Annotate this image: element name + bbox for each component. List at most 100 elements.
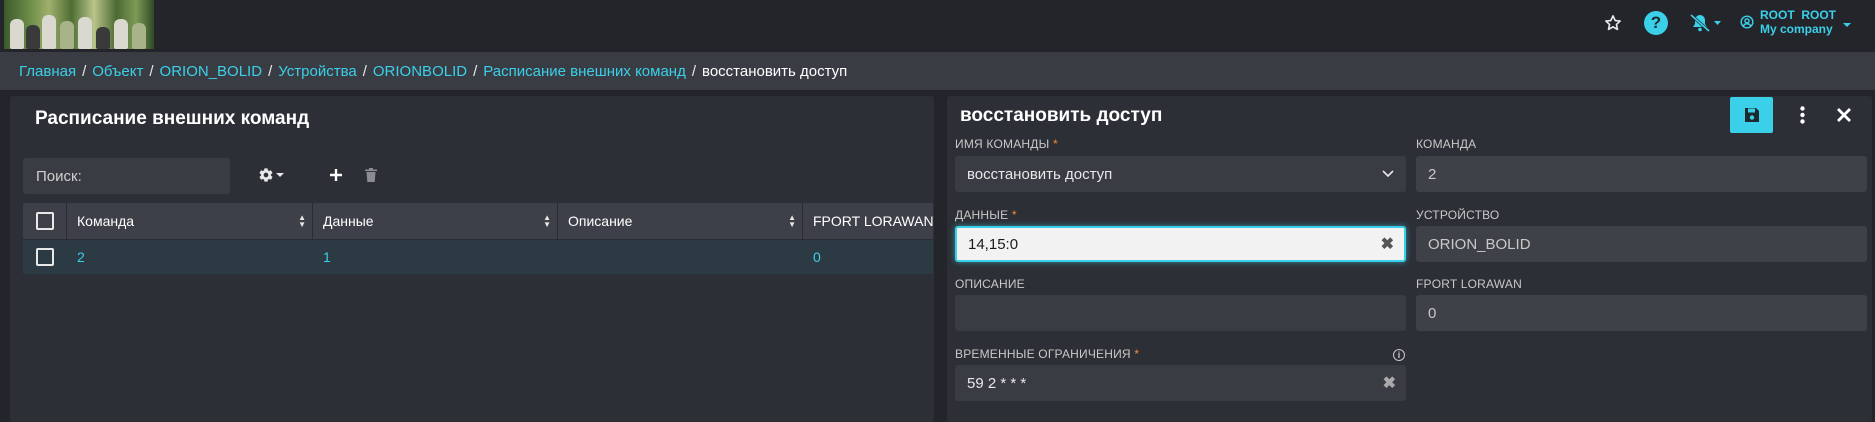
device-field: ORION_BOLID	[1416, 226, 1867, 262]
cell-command[interactable]: 2	[67, 240, 313, 274]
command-name-select[interactable]: восстановить доступ	[955, 156, 1406, 192]
user-name: ROOT ROOT	[1760, 8, 1836, 22]
save-button[interactable]	[1730, 97, 1773, 133]
help-icon[interactable]: ?	[1644, 11, 1668, 35]
breadcrumb-device[interactable]: ORIONBOLID	[373, 63, 467, 80]
breadcrumb-devices[interactable]: Устройства	[278, 63, 356, 80]
settings-menu-button[interactable]	[258, 162, 284, 188]
list-title: Расписание внешних команд	[35, 108, 310, 129]
fport-label-text: FPORT LORAWAN	[1416, 277, 1522, 291]
clear-icon[interactable]: ✖	[1381, 234, 1394, 254]
clear-icon[interactable]: ✖	[1383, 373, 1396, 393]
breadcrumb-current: восстановить доступ	[702, 62, 848, 80]
required-mark: *	[1011, 208, 1017, 222]
time-limits-label: ВРЕМЕННЫЕ ОГРАНИЧЕНИЯ *	[955, 347, 1139, 361]
description-input[interactable]	[955, 295, 1406, 331]
plus-icon	[330, 169, 342, 181]
row-select-cell	[23, 240, 67, 274]
save-icon	[1744, 108, 1759, 122]
form-title: восстановить доступ	[960, 105, 1163, 126]
user-menu[interactable]: ROOT ROOT My company	[1740, 8, 1852, 36]
logo-figure	[26, 25, 40, 49]
breadcrumb-home[interactable]: Главная	[19, 63, 76, 80]
select-all-checkbox[interactable]	[35, 212, 54, 230]
data-label: ДАННЫЕ *	[955, 208, 1017, 222]
breadcrumb-object-name[interactable]: ORION_BOLID	[160, 63, 263, 80]
notifications-off-icon[interactable]	[1689, 12, 1723, 34]
logo-figure	[60, 21, 74, 49]
breadcrumb-separator: /	[149, 62, 154, 80]
schedule-table: Команда ▲ ▼ Данные ▲ ▼ Описание ▲ ▼ FPORT L…	[23, 203, 933, 274]
sort-icon[interactable]: ▲ ▼	[298, 214, 306, 229]
more-options-button[interactable]	[1792, 102, 1812, 128]
chevron-down-icon	[1382, 170, 1394, 178]
select-all-cell	[23, 203, 67, 239]
required-mark: *	[1052, 137, 1058, 151]
fport-field: 0	[1416, 295, 1867, 331]
gear-icon	[259, 168, 273, 182]
search-input[interactable]	[23, 158, 230, 194]
top-bar: ? ROOT ROOT My company	[0, 0, 1875, 52]
breadcrumb-separator: /	[82, 62, 87, 80]
command-label: КОМАНДА	[1416, 137, 1476, 151]
chevron-down-icon	[276, 173, 284, 177]
cell-fport[interactable]: 0	[803, 240, 933, 274]
user-company: My company	[1760, 22, 1833, 36]
chevron-down-icon	[1843, 23, 1851, 27]
delete-button[interactable]	[361, 162, 381, 188]
command-field: 2	[1416, 156, 1867, 192]
command-value: 2	[1428, 165, 1437, 183]
command-name-label: ИМЯ КОМАНДЫ *	[955, 137, 1058, 151]
cell-description[interactable]	[558, 240, 803, 274]
time-limits-input[interactable]: 59 2 * * * ✖	[955, 365, 1406, 401]
logo[interactable]	[4, 0, 154, 49]
device-label-text: УСТРОЙСТВО	[1416, 208, 1500, 222]
breadcrumb-separator: /	[473, 62, 478, 80]
column-header-label: Команда	[77, 213, 135, 229]
table-header: Команда ▲ ▼ Данные ▲ ▼ Описание ▲ ▼ FPORT L…	[23, 203, 933, 240]
breadcrumb-separator: /	[268, 62, 273, 80]
schedule-list-panel: Расписание внешних команд Команда ▲▼ Дан…	[10, 96, 934, 422]
sort-icon[interactable]: ▲ ▼	[788, 214, 796, 229]
logo-figure	[132, 23, 146, 49]
star-icon[interactable]	[1602, 12, 1624, 34]
column-header-label: Данные	[323, 213, 374, 229]
command-name-label-text: ИМЯ КОМАНДЫ	[955, 137, 1050, 151]
column-header-command[interactable]: Команда ▲ ▼	[67, 203, 313, 239]
logo-figure	[10, 19, 24, 49]
data-input[interactable]: 14,15:0 ✖	[955, 226, 1406, 262]
logo-figure	[96, 27, 110, 49]
breadcrumb-object[interactable]: Объект	[92, 63, 143, 80]
table-row[interactable]: 2 1 0	[23, 240, 933, 274]
trash-icon	[365, 168, 377, 182]
cell-data[interactable]: 1	[313, 240, 558, 274]
column-header-fport[interactable]: FPORT LORAWAN	[803, 203, 933, 239]
time-limits-label-text: ВРЕМЕННЫЕ ОГРАНИЧЕНИЯ	[955, 347, 1131, 361]
logo-figure	[42, 15, 56, 49]
data-value: 14,15:0	[968, 235, 1019, 253]
sort-icon[interactable]: ▲ ▼	[543, 214, 551, 229]
fport-value: 0	[1428, 304, 1437, 322]
close-button[interactable]	[1833, 102, 1855, 128]
description-label-text: ОПИСАНИЕ	[955, 277, 1025, 291]
column-header-description[interactable]: Описание ▲ ▼	[558, 203, 803, 239]
close-icon	[1837, 108, 1851, 122]
info-icon[interactable]: i	[1393, 349, 1405, 361]
breadcrumb: Главная / Объект / ORION_BOLID / Устройс…	[0, 52, 1875, 90]
column-header-label: FPORT LORAWAN	[813, 213, 933, 229]
user-names: ROOT ROOT My company	[1760, 8, 1836, 36]
time-limits-value: 59 2 * * *	[967, 374, 1027, 392]
device-label: УСТРОЙСТВО	[1416, 208, 1499, 222]
breadcrumb-separator: /	[362, 62, 367, 80]
row-checkbox[interactable]	[36, 248, 54, 266]
fport-label: FPORT LORAWAN	[1416, 277, 1522, 291]
column-header-data[interactable]: Данные ▲ ▼	[313, 203, 558, 239]
add-button[interactable]	[324, 162, 348, 188]
command-label-text: КОМАНДА	[1416, 137, 1477, 151]
breadcrumb-schedule[interactable]: Расписание внешних команд	[483, 63, 686, 80]
breadcrumb-separator: /	[691, 62, 697, 80]
kebab-menu-icon	[1799, 106, 1805, 124]
command-edit-panel: восстановить доступ ИМЯ КОМАНДЫ * восста…	[947, 96, 1872, 422]
logo-figure	[78, 17, 92, 49]
logo-figure	[114, 19, 128, 49]
